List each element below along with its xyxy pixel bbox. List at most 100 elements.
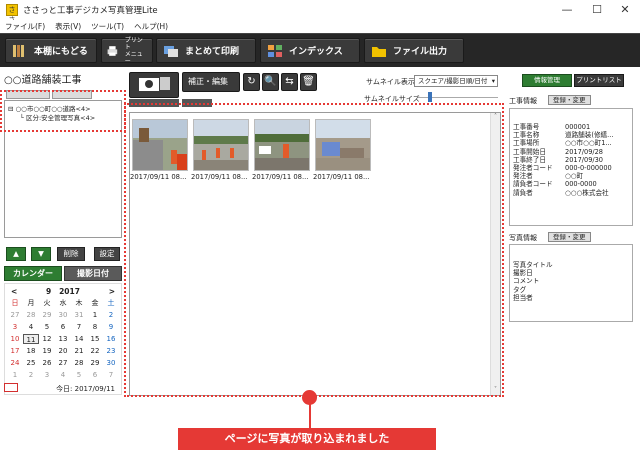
calendar-day[interactable]: 7 [71,322,87,332]
calendar-day[interactable]: 1 [87,310,103,320]
calendar-day[interactable]: 7 [103,370,119,380]
file-export-button[interactable]: ファイル出力 [364,38,464,63]
print-list-button[interactable]: プリントリスト [574,74,624,87]
calendar-day[interactable]: 4 [23,322,39,332]
calendar-day[interactable]: 16 [103,334,119,344]
zoom-icon[interactable]: 🔍 [262,73,279,91]
calendar-day[interactable]: 22 [87,346,103,356]
construction-register-button[interactable]: 登録・変更 [548,95,591,105]
calendar-day[interactable]: 29 [39,310,55,320]
calendar-day[interactable]: 28 [71,358,87,368]
calendar-day[interactable]: 24 [7,358,23,368]
info-key: 工事番号 [513,123,540,131]
rotate-icon[interactable]: ↻ [243,73,260,91]
close-button[interactable]: ✕ [610,0,640,20]
weekday-label: 火 [43,299,51,307]
move-down-button[interactable]: ▼ [31,247,51,261]
info-value: ○○○株式会社 [565,188,609,197]
calendar-day[interactable]: 3 [39,370,55,380]
calendar-day[interactable]: 2 [23,370,39,380]
weekday-label: 月 [27,299,35,307]
calendar-day[interactable]: 31 [71,310,87,320]
calendar-day[interactable]: 19 [39,346,55,356]
thumb-size-slider[interactable] [428,92,432,102]
calendar-day[interactable]: 12 [39,334,55,344]
calendar-day[interactable]: 26 [39,358,55,368]
delete-button[interactable]: 削除 [57,247,85,261]
calendar-day[interactable]: 17 [7,346,23,356]
info-key: 工事場所 [513,139,540,148]
print-menu-button[interactable]: プリント メニュー [101,37,153,65]
photo-info-row: コメント [513,277,540,286]
bulk-print-button[interactable]: まとめて印刷 [156,38,256,63]
calendar-day[interactable]: 5 [71,370,87,380]
calendar-day[interactable]: 28 [23,310,39,320]
tab-shot-date[interactable]: 撮影日付 [64,266,122,281]
trash-icon[interactable]: 🗑 [300,73,317,91]
calendar-day[interactable]: 8 [87,322,103,332]
calendar-day[interactable]: 18 [23,346,39,356]
photo-info-row: 写真タイトル [513,261,553,269]
today-marker[interactable] [4,383,18,392]
calendar-day[interactable]: 10 [7,334,23,344]
calendar-day[interactable]: 4 [55,370,71,380]
calendar-day[interactable]: 27 [7,310,23,320]
calendar-day[interactable]: 15 [87,334,103,344]
calendar-day[interactable]: 23 [103,346,119,356]
weekday-label: 水 [59,299,67,307]
calendar-day[interactable]: 6 [87,370,103,380]
calendar-day[interactable]: 2 [103,310,119,320]
tree-highlight [0,90,126,132]
settings-button[interactable]: 設定 [94,247,120,261]
maximize-button[interactable]: ☐ [582,0,612,20]
weekday-label: 土 [107,299,115,307]
menu-tools[interactable]: ツール(T) [91,21,124,32]
photo-info-row: タグ [513,285,527,294]
calendar-next-button[interactable]: > [109,287,115,296]
construction-info-row: 請負者コード 000-0000 [513,180,629,188]
index-button[interactable]: インデックス [260,38,360,63]
menu-view[interactable]: 表示(V) [55,21,81,32]
thumb-view-select[interactable]: スクエア/撮影日順/日付 ▾ [414,75,498,87]
photo-info-box: 写真タイトル 撮影日 コメント タグ 担当者 [509,244,633,322]
camera-import-button[interactable] [129,72,179,98]
tab-calendar[interactable]: カレンダー [4,266,62,281]
menu-file[interactable]: ファイル(F) [5,21,45,32]
calendar-day[interactable]: 20 [55,346,71,356]
move-up-button[interactable]: ▲ [6,247,26,261]
construction-info-row: 工事終了日 2017/09/30 [513,156,629,164]
callout-dot [302,390,317,405]
info-value: 2017/09/30 [565,155,604,164]
calendar-day[interactable]: 5 [39,322,55,332]
construction-info-box: 工事番号 000001 工事名称 道路舗装(修繕... 工事場所 ○○市○○町1... 工事… [509,108,633,226]
calendar-day[interactable]: 14 [71,334,87,344]
info-key: 工事開始日 [513,147,546,156]
calendar-day[interactable]: 30 [103,358,119,368]
edit-correction-label: 補正・編集 [188,77,228,86]
thumb-view-value: スクエア/撮影日順/日付 [418,77,488,85]
calendar-day[interactable]: 9 [103,322,119,332]
photo-register-button[interactable]: 登録・変更 [548,232,591,242]
calendar-day[interactable]: 6 [55,322,71,332]
info-manage-button[interactable]: 情報管理 [522,74,572,87]
calendar-day[interactable]: 1 [7,370,23,380]
calendar-day[interactable]: 27 [55,358,71,368]
calendar-day[interactable]: 29 [87,358,103,368]
edit-correction-button[interactable]: 補正・編集 ▾ [182,72,240,104]
calendar-day[interactable]: 13 [55,334,71,344]
menu-help[interactable]: ヘルプ(H) [134,21,168,32]
info-key: 請負者 [513,188,533,197]
minimize-button[interactable]: — [552,0,582,20]
calendar: < 9 2017 > 日月火水木金土 27 28 29 30 31 1 2 3 4 5 6 7 8 9 10 1… [4,283,122,395]
calendar-prev-button[interactable]: < [11,287,17,296]
swap-icon[interactable]: ⇆ [281,73,298,91]
calendar-day[interactable]: 21 [71,346,87,356]
window-title: ささっと工事デジカメ写真管理Lite [23,6,158,16]
back-to-bookshelf-button[interactable]: 本棚にもどる [5,38,97,63]
calendar-day[interactable]: 30 [55,310,71,320]
file-export-label: ファイル出力 [393,47,448,57]
calendar-day[interactable]: 11 [23,334,39,344]
calendar-day[interactable]: 3 [7,322,23,332]
calendar-day[interactable]: 25 [23,358,39,368]
construction-info-row: 工事場所 ○○市○○町1... [513,139,629,147]
